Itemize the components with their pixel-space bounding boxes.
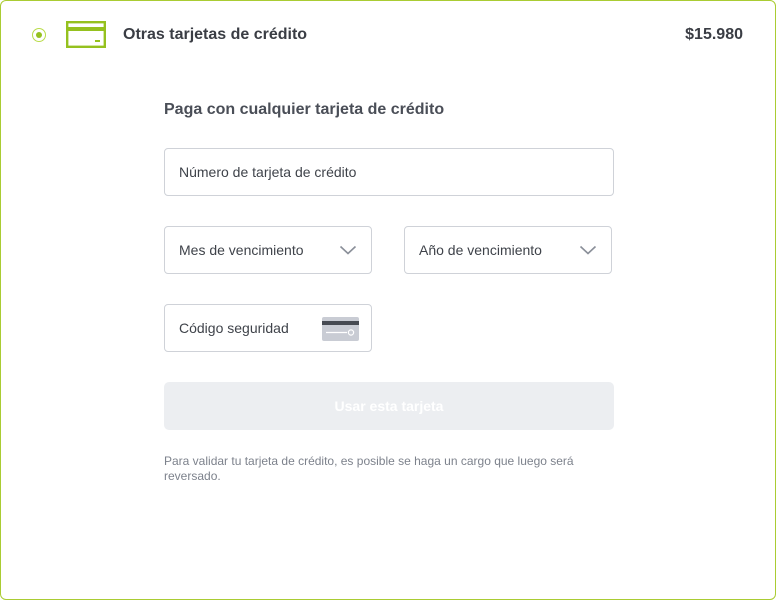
- card-back-cvv-icon: [322, 317, 359, 341]
- radio-selected-dot: [36, 32, 42, 38]
- card-number-placeholder: Número de tarjeta de crédito: [179, 164, 357, 180]
- expiry-month-placeholder: Mes de vencimiento: [179, 242, 304, 258]
- payment-option-title: Otras tarjetas de crédito: [123, 26, 308, 43]
- credit-card-icon: [66, 21, 106, 48]
- validation-note: Para validar tu tarjeta de crédito, es p…: [164, 454, 574, 483]
- payment-option-radio[interactable]: [32, 28, 46, 42]
- chevron-down-icon: [339, 245, 357, 255]
- expiry-year-select[interactable]: Año de vencimiento: [404, 226, 612, 274]
- chevron-down-icon: [579, 245, 597, 255]
- security-code-input[interactable]: Código seguridad: [164, 304, 372, 352]
- security-code-placeholder: Código seguridad: [179, 320, 289, 336]
- use-card-button[interactable]: Usar esta tarjeta: [164, 382, 614, 430]
- expiry-year-placeholder: Año de vencimiento: [419, 242, 542, 258]
- expiry-month-select[interactable]: Mes de vencimiento: [164, 226, 372, 274]
- payment-option-panel: Otras tarjetas de crédito $15.980 Paga c…: [0, 0, 776, 600]
- form-title: Paga con cualquier tarjeta de crédito: [164, 101, 445, 118]
- card-number-input[interactable]: Número de tarjeta de crédito: [164, 148, 614, 196]
- payment-option-price: $15.980: [685, 26, 743, 43]
